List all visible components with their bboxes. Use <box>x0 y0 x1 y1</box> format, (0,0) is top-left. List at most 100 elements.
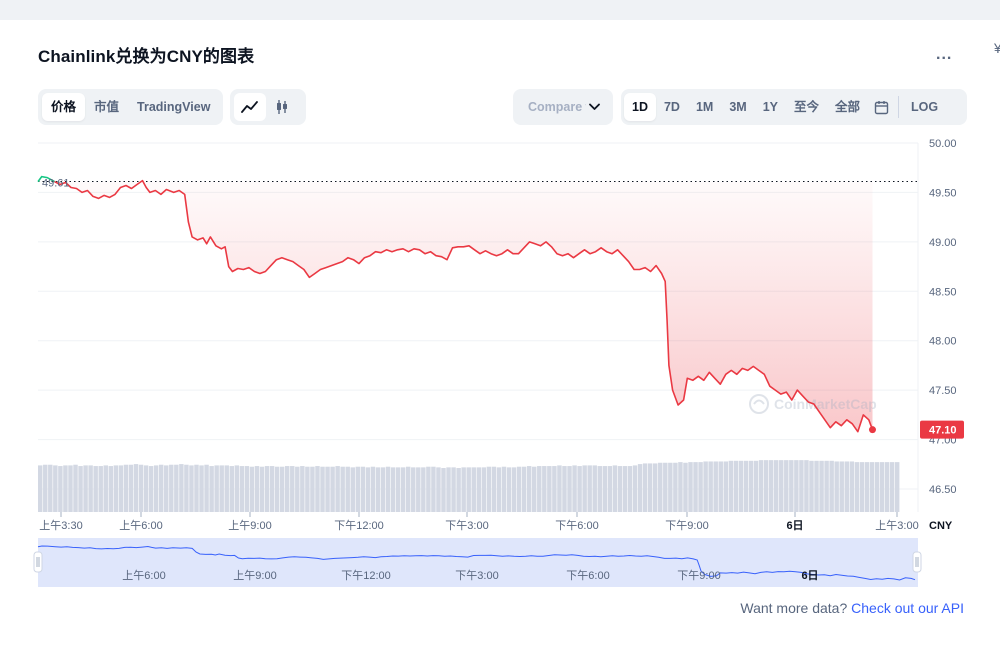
volume-bar <box>63 465 68 512</box>
current-price-tag-text: 47.10 <box>929 425 957 437</box>
volume-bar <box>426 466 431 512</box>
api-link[interactable]: Check out our API <box>851 600 964 616</box>
volume-bar <box>532 466 537 512</box>
volume-bar <box>511 467 517 512</box>
volume-bar <box>794 460 799 512</box>
y-tick-label: 50.00 <box>929 138 957 150</box>
volume-bar <box>728 460 734 512</box>
volume-bar <box>461 467 466 512</box>
watermark-text: CoinMarketCap <box>774 396 877 412</box>
volume-bar <box>773 460 779 512</box>
volume-bar <box>552 466 557 512</box>
volume-bar <box>38 465 43 512</box>
volume-bar <box>859 462 865 512</box>
volume-bar <box>506 467 512 512</box>
current-price-tag: 47.10 <box>920 420 964 439</box>
y-tick-label: 46.50 <box>929 484 957 496</box>
volume-bar <box>370 466 376 512</box>
volume-bar <box>244 466 250 512</box>
volume-bar <box>854 462 860 512</box>
volume-bar <box>436 467 441 512</box>
volume-bar <box>148 466 154 512</box>
volume-bar <box>224 465 229 512</box>
volume-bar <box>365 467 371 512</box>
volume-bar <box>360 466 366 512</box>
range-navigator[interactable]: 上午6:00 上午9:00 下午12:00 下午3:00 下午6:00 下午9:00 6日 <box>33 538 922 587</box>
volume-bar <box>537 466 542 512</box>
volume-bar <box>864 462 870 512</box>
volume-bar <box>158 464 164 512</box>
volume-bar <box>889 462 895 512</box>
volume-bars <box>38 460 900 512</box>
volume-bar <box>456 468 461 512</box>
volume-bar <box>310 466 315 512</box>
x-tick-label: 下午12:00 <box>334 519 384 532</box>
volume-bar <box>738 460 744 512</box>
volume-bar <box>98 466 103 512</box>
volume-bar <box>799 460 804 512</box>
volume-bar <box>390 467 396 512</box>
volume-bar <box>214 465 219 512</box>
volume-bar <box>189 465 194 512</box>
volume-bar <box>254 466 260 512</box>
volume-bar <box>743 460 749 512</box>
volume-bar <box>526 466 532 512</box>
volume-bar <box>894 462 900 512</box>
volume-bar <box>335 466 340 512</box>
volume-bar <box>779 460 784 512</box>
volume-bar <box>627 466 633 512</box>
volume-bar <box>305 466 310 512</box>
volume-bar <box>88 465 93 512</box>
x-axis: 上午3:30 上午6:00 上午9:00 下午12:00 下午3:00 下午6:00 下午9… <box>39 512 919 532</box>
volume-bar <box>567 466 572 512</box>
y-tick-label: 48.00 <box>929 336 957 348</box>
volume-bar <box>562 466 567 512</box>
price-chart[interactable]: CoinMarketCap 49.61 50.00 49.50 49.00 48.50… <box>0 0 1000 600</box>
volume-bar <box>587 465 592 512</box>
volume-bar <box>663 462 668 512</box>
volume-bar <box>431 466 436 512</box>
volume-bar <box>320 466 325 512</box>
volume-bar <box>763 460 769 512</box>
volume-bar <box>249 466 255 512</box>
volume-bar <box>471 467 476 512</box>
volume-bar <box>184 464 189 512</box>
volume-bar <box>753 460 759 512</box>
volume-bar <box>713 461 718 512</box>
volume-bar <box>355 466 361 512</box>
volume-bar <box>340 466 345 512</box>
volume-bar <box>421 467 426 512</box>
volume-bar <box>295 466 300 512</box>
volume-bar <box>879 462 885 512</box>
price-area-fill <box>54 180 873 432</box>
volume-bar <box>219 465 224 512</box>
volume-bar <box>496 467 502 512</box>
volume-bar <box>673 462 678 512</box>
volume-bar <box>572 465 577 512</box>
navigator-handle-left[interactable] <box>33 551 43 573</box>
volume-bar <box>688 462 693 512</box>
volume-bar <box>103 465 108 512</box>
navigator-handle-right[interactable] <box>912 551 922 573</box>
volume-bar <box>411 467 416 512</box>
volume-bar <box>269 466 275 512</box>
volume-bar <box>78 466 83 512</box>
handle-grip <box>33 551 43 573</box>
volume-bar <box>234 465 240 512</box>
volume-bar <box>582 465 587 512</box>
navigator-tick-label: 上午6:00 <box>122 569 165 582</box>
volume-bar <box>164 465 169 512</box>
x-tick-label: 上午9:00 <box>228 519 271 532</box>
volume-bar <box>612 465 618 512</box>
volume-bar <box>617 466 623 512</box>
volume-bar <box>607 466 613 512</box>
x-tick-label: 下午9:00 <box>665 519 708 532</box>
volume-bar <box>274 466 280 512</box>
volume-bar <box>153 465 159 512</box>
volume-bar <box>138 464 144 512</box>
volume-bar <box>542 466 547 512</box>
volume-bar <box>239 466 245 512</box>
x-tick-label: 上午3:00 <box>875 519 918 532</box>
volume-bar <box>824 460 829 512</box>
currency-label: CNY <box>929 520 953 532</box>
